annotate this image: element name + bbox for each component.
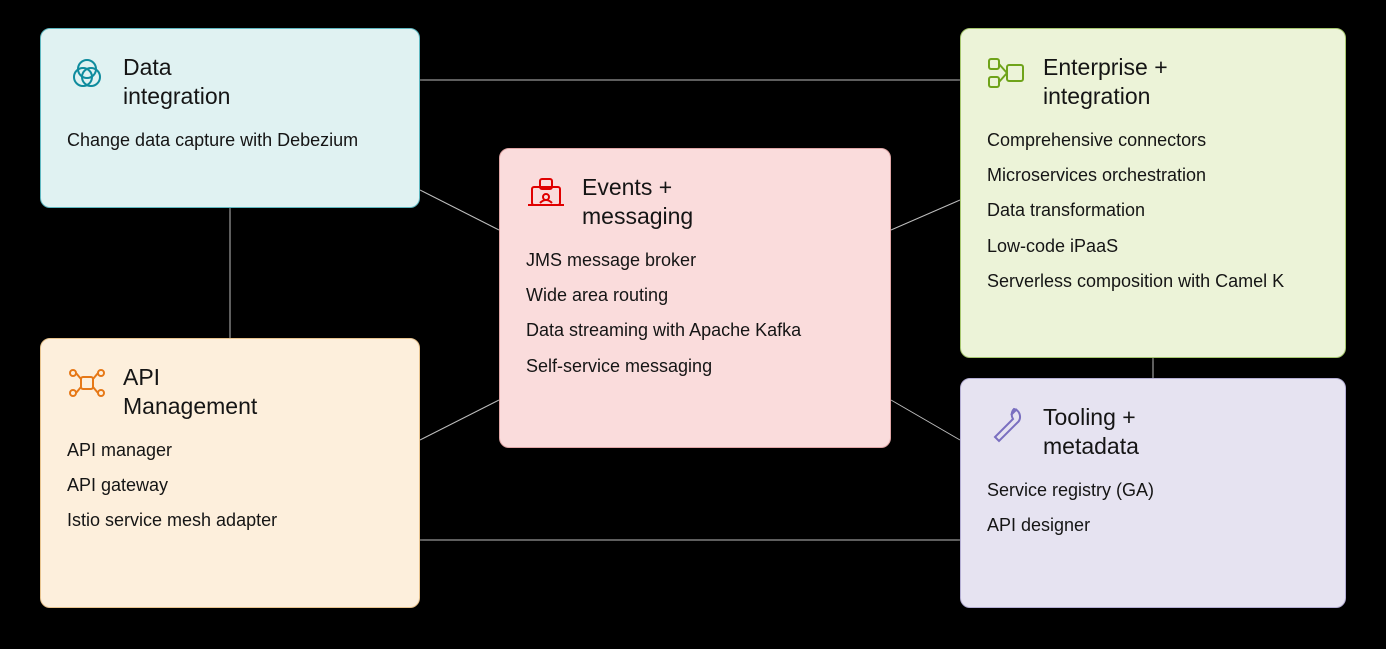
card-items: JMS message broker Wide area routing Data …	[526, 249, 864, 379]
list-item: JMS message broker	[526, 249, 864, 272]
list-item: Serverless composition with Camel K	[987, 270, 1319, 293]
list-item: Data transformation	[987, 199, 1319, 222]
card-title: Data integration	[123, 53, 230, 111]
list-item: API manager	[67, 439, 393, 462]
list-item: Service registry (GA)	[987, 479, 1319, 502]
card-items: Service registry (GA) API designer	[987, 479, 1319, 538]
list-item: Istio service mesh adapter	[67, 509, 393, 532]
api-network-icon	[67, 363, 107, 403]
venn-icon	[67, 53, 107, 93]
list-item: Comprehensive connectors	[987, 129, 1319, 152]
card-events-messaging: Events + messaging JMS message broker Wid…	[499, 148, 891, 448]
card-title: API Management	[123, 363, 257, 421]
card-title: Events + messaging	[582, 173, 693, 231]
card-items: API manager API gateway Istio service mesh…	[67, 439, 393, 533]
list-item: Low-code iPaaS	[987, 235, 1319, 258]
card-items: Comprehensive connectors Microservices or…	[987, 129, 1319, 294]
nodes-icon	[987, 53, 1027, 93]
presentation-icon	[526, 173, 566, 213]
card-tooling-metadata: Tooling + metadata Service registry (GA)…	[960, 378, 1346, 608]
list-item: Microservices orchestration	[987, 164, 1319, 187]
card-api-management: API Management API manager API gateway Ist…	[40, 338, 420, 608]
card-title: Tooling + metadata	[1043, 403, 1139, 461]
card-enterprise-integration: Enterprise + integration Comprehensive c…	[960, 28, 1346, 358]
card-items: Change data capture with Debezium	[67, 129, 393, 152]
wrench-icon	[987, 403, 1027, 443]
card-title: Enterprise + integration	[1043, 53, 1168, 111]
list-item: API designer	[987, 514, 1319, 537]
card-data-integration: Data integration Change data capture wit…	[40, 28, 420, 208]
list-item: Data streaming with Apache Kafka	[526, 319, 864, 342]
list-item: Wide area routing	[526, 284, 864, 307]
list-item: API gateway	[67, 474, 393, 497]
list-item: Change data capture with Debezium	[67, 129, 393, 152]
list-item: Self-service messaging	[526, 355, 864, 378]
